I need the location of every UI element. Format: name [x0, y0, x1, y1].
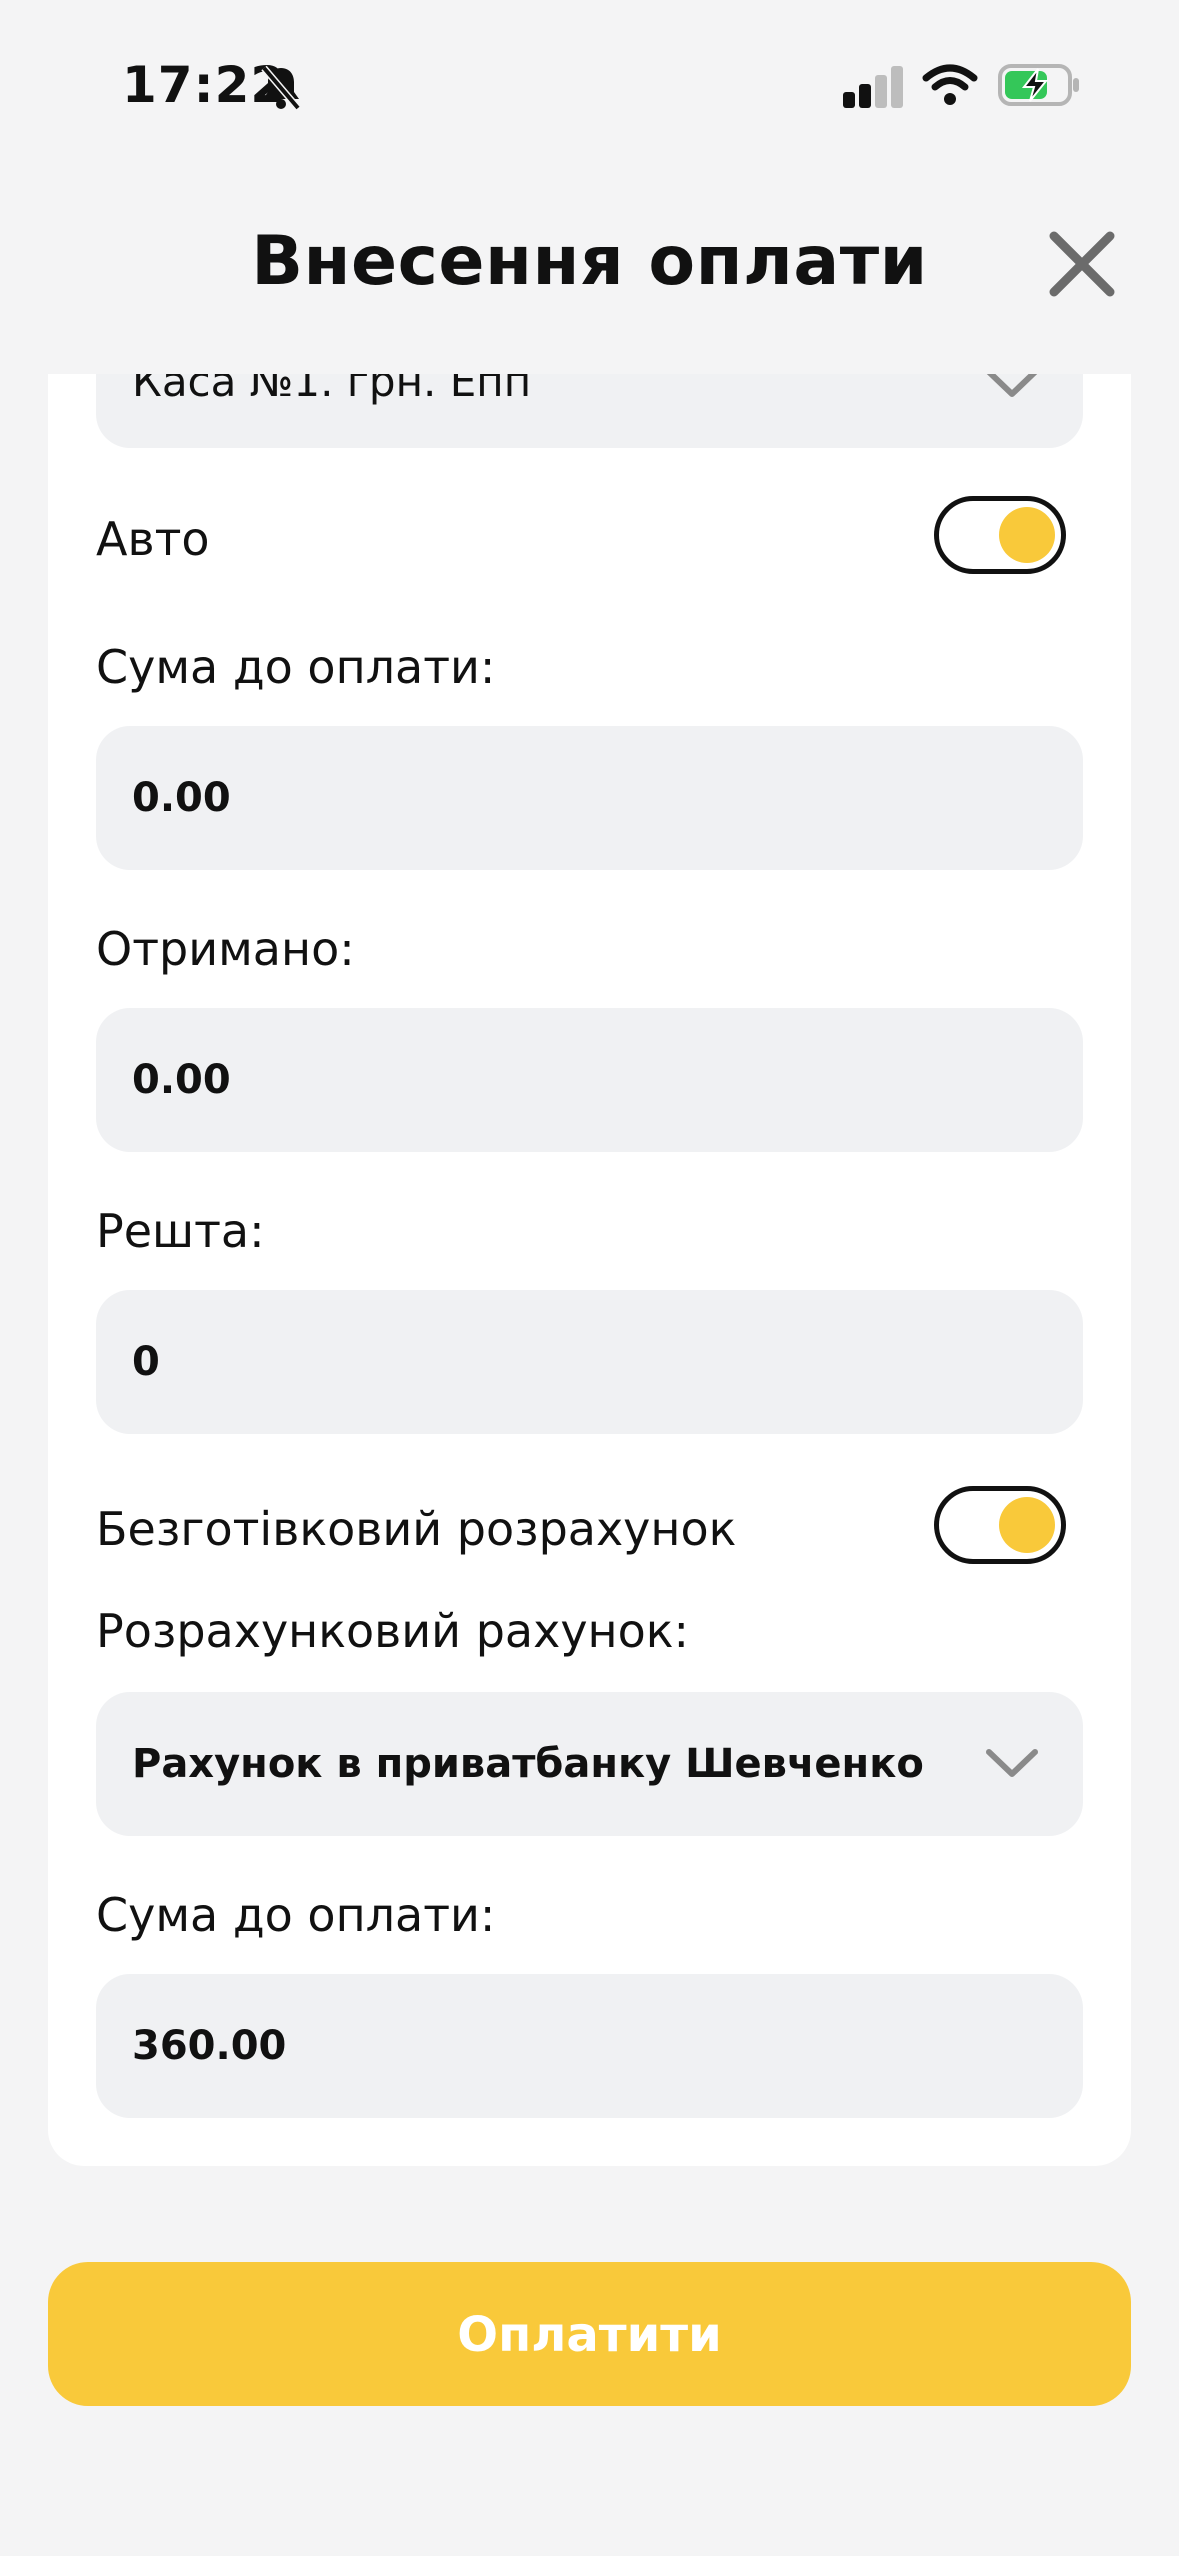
- pay-button[interactable]: Оплатити: [48, 2262, 1131, 2406]
- settlement-account-value: Рахунок в приватбанку Шевченко: [132, 1741, 924, 1787]
- payment-form-card: Каса №1. грн. Епп Авто Сума до оплати: 0…: [48, 374, 1131, 2166]
- toggle-knob: [999, 507, 1055, 563]
- amount-due-cashless-field[interactable]: 360.00: [96, 1974, 1083, 2118]
- change-value: 0: [132, 1339, 160, 1385]
- settlement-account-select[interactable]: Рахунок в приватбанку Шевченко: [96, 1692, 1083, 1836]
- auto-label: Авто: [96, 512, 210, 566]
- amount-due-cash-label: Сума до оплати:: [96, 640, 496, 694]
- auto-toggle[interactable]: [934, 496, 1066, 574]
- amount-due-cashless-value: 360.00: [132, 2023, 287, 2069]
- received-label: Отримано:: [96, 922, 355, 976]
- settlement-account-label: Розрахунковий рахунок:: [96, 1604, 690, 1658]
- chevron-down-icon: [985, 374, 1039, 402]
- battery-charging-icon: [998, 64, 1080, 110]
- cash-register-value: Каса №1. грн. Епп: [132, 374, 532, 406]
- close-button[interactable]: [1046, 228, 1118, 300]
- wifi-icon: [922, 64, 978, 110]
- close-icon: [1049, 231, 1115, 297]
- amount-due-cashless-label: Сума до оплати:: [96, 1888, 496, 1942]
- toggle-knob: [999, 1497, 1055, 1553]
- status-bar: 17:22: [0, 0, 1179, 150]
- bell-muted-icon: [258, 62, 304, 116]
- received-value: 0.00: [132, 1057, 231, 1103]
- cashless-label: Безготівковий розрахунок: [96, 1502, 737, 1556]
- cellular-signal-icon: [843, 66, 905, 112]
- cashless-toggle[interactable]: [934, 1486, 1066, 1564]
- received-field[interactable]: 0.00: [96, 1008, 1083, 1152]
- chevron-down-icon: [985, 1748, 1039, 1782]
- amount-due-cash-value: 0.00: [132, 775, 231, 821]
- change-label: Решта:: [96, 1204, 265, 1258]
- amount-due-cash-field[interactable]: 0.00: [96, 726, 1083, 870]
- page-title: Внесення оплати: [251, 222, 928, 301]
- change-field[interactable]: 0: [96, 1290, 1083, 1434]
- cash-register-select[interactable]: Каса №1. грн. Епп: [96, 374, 1083, 448]
